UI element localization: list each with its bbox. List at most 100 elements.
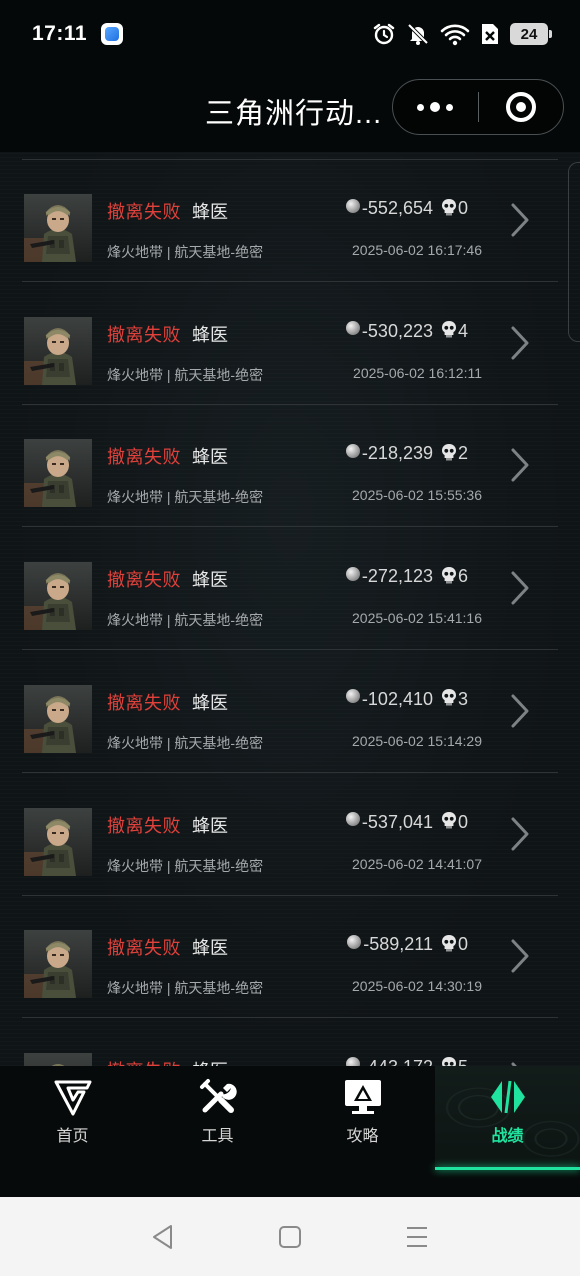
operator-avatar — [24, 562, 92, 631]
kill-count: 0 — [457, 198, 468, 218]
bottom-tab-bar: 首页 工具 攻略 战绩 — [0, 1066, 580, 1197]
coin-icon — [345, 689, 360, 704]
tab-record[interactable]: 战绩 — [435, 1066, 580, 1170]
system-nav-bar — [0, 1197, 580, 1276]
record-list[interactable]: 撤离失败 蜂医 -552,654 0 烽火地带 | 航天基地-绝密 2025-0… — [0, 152, 580, 1066]
skull-icon — [441, 934, 456, 952]
result-label: 撤离失败 — [107, 447, 181, 468]
record-icon — [490, 1080, 525, 1114]
record-row[interactable]: 撤离失败 蜂医 -443,172 5 — [22, 1019, 558, 1066]
guide-monitor-icon — [344, 1080, 381, 1114]
operator-name: 蜂医 — [192, 815, 228, 836]
status-bar: 17:11 24 — [0, 0, 580, 68]
record-stats: -272,123 6 — [345, 566, 468, 587]
chevron-right-icon[interactable] — [510, 570, 530, 606]
operator-avatar — [24, 439, 92, 508]
record-time: 2025-06-02 15:55:36 — [352, 487, 482, 504]
side-drawer-handle[interactable] — [568, 162, 580, 342]
kill-count: 2 — [457, 443, 468, 464]
skull-icon — [441, 1057, 456, 1066]
mini-program-capsule — [392, 79, 564, 135]
record-row[interactable]: 撤离失败 蜂医 -589,211 0 烽火地带 | 航天基地-绝密 2025-0… — [22, 896, 558, 1019]
record-row[interactable]: 撤离失败 蜂医 -552,654 0 烽火地带 | 航天基地-绝密 2025-0… — [22, 160, 558, 282]
chevron-right-icon[interactable] — [510, 202, 530, 238]
page-title: 三角洲行动... — [205, 98, 383, 130]
home-square-icon[interactable] — [278, 1225, 302, 1249]
record-time: 2025-06-02 15:14:29 — [352, 732, 482, 749]
more-dots-icon[interactable] — [393, 80, 478, 134]
chevron-right-icon[interactable] — [510, 447, 530, 483]
result-label: 撤离失败 — [107, 324, 181, 345]
skull-icon — [441, 198, 456, 215]
tab-record-label: 战绩 — [491, 1128, 524, 1145]
header: 三角洲行动... — [0, 68, 580, 152]
operator-avatar — [24, 930, 92, 999]
result-label: 撤离失败 — [107, 815, 181, 836]
record-stats: -102,410 3 — [345, 688, 468, 710]
chevron-right-icon[interactable] — [510, 938, 530, 974]
kill-count: 6 — [457, 566, 468, 587]
operator-avatar — [24, 316, 92, 385]
map-mode: 烽火地带 | 航天基地-绝密 — [107, 244, 264, 260]
skull-icon — [441, 321, 456, 338]
record-stats: -218,239 2 — [345, 443, 468, 464]
tab-home[interactable]: 首页 — [0, 1066, 145, 1170]
coin-icon — [345, 321, 360, 336]
record-stats: -530,223 4 — [345, 320, 468, 342]
operator-name: 蜂医 — [192, 692, 228, 713]
record-time: 2025-06-02 14:41:07 — [352, 855, 482, 872]
record-stats: -589,211 0 — [347, 934, 468, 955]
record-stats: -537,041 0 — [345, 811, 468, 833]
back-triangle-icon[interactable] — [151, 1224, 175, 1250]
record-row[interactable]: 撤离失败 蜂医 -537,041 0 烽火地带 | 航天基地-绝密 2025-0… — [22, 774, 558, 896]
coin-icon — [345, 198, 360, 213]
coin-icon — [345, 443, 360, 458]
kill-count: 4 — [457, 320, 468, 341]
value-change: -272,123 — [361, 566, 433, 587]
map-mode: 烽火地带 | 航天基地-绝密 — [107, 734, 264, 751]
record-row[interactable]: 撤离失败 蜂医 -102,410 3 烽火地带 | 航天基地-绝密 2025-0… — [22, 651, 558, 773]
tools-icon — [199, 1079, 237, 1113]
skull-icon — [441, 689, 456, 706]
chevron-right-icon[interactable] — [510, 693, 530, 729]
operator-avatar — [24, 684, 92, 753]
kill-count: 5 — [458, 1057, 468, 1066]
record-row[interactable]: 撤离失败 蜂医 -218,239 2 烽火地带 | 航天基地-绝密 2025-0… — [22, 405, 558, 528]
result-label: 撤离失败 — [107, 692, 181, 713]
bell-muted-icon — [407, 23, 429, 45]
sim-off-icon — [482, 24, 498, 44]
record-stats: -552,654 0 — [345, 198, 468, 219]
coin-icon — [347, 934, 362, 949]
value-change: -102,410 — [361, 688, 433, 709]
tab-tools[interactable]: 工具 — [145, 1066, 290, 1170]
skull-icon — [441, 812, 456, 829]
chevron-right-icon[interactable] — [510, 325, 530, 361]
target-close-icon[interactable] — [479, 80, 564, 134]
record-row[interactable]: 撤离失败 蜂医 -530,223 4 烽火地带 | 航天基地-绝密 2025-0… — [22, 283, 558, 405]
chevron-right-icon[interactable] — [510, 816, 530, 852]
menu-lines-icon[interactable] — [405, 1225, 429, 1249]
operator-name: 蜂医 — [192, 1057, 228, 1066]
record-time: 2025-06-02 15:41:16 — [352, 610, 482, 627]
operator-avatar — [24, 1052, 92, 1066]
tab-home-label: 首页 — [56, 1128, 89, 1145]
value-change: -537,041 — [361, 811, 433, 832]
app-icon — [101, 23, 124, 45]
record-time: 2025-06-02 14:30:19 — [352, 978, 482, 995]
home-logo-icon — [54, 1080, 91, 1116]
tab-guide[interactable]: 攻略 — [290, 1066, 435, 1170]
map-mode: 烽火地带 | 航天基地-绝密 — [107, 489, 264, 506]
record-row[interactable]: 撤离失败 蜂医 -272,123 6 烽火地带 | 航天基地-绝密 2025-0… — [22, 528, 558, 651]
operator-avatar — [24, 807, 92, 876]
operator-name: 蜂医 — [192, 938, 228, 959]
kill-count: 3 — [457, 688, 468, 709]
map-mode: 烽火地带 | 航天基地-绝密 — [107, 857, 264, 874]
kill-count: 0 — [457, 811, 468, 832]
result-label: 撤离失败 — [107, 570, 181, 591]
map-mode: 烽火地带 | 航天基地-绝密 — [107, 612, 264, 629]
tab-guide-label: 攻略 — [346, 1128, 379, 1145]
result-label: 撤离失败 — [107, 938, 181, 959]
status-icons: 24 — [372, 22, 552, 46]
wifi-icon — [440, 24, 470, 46]
coin-icon — [345, 1057, 360, 1066]
